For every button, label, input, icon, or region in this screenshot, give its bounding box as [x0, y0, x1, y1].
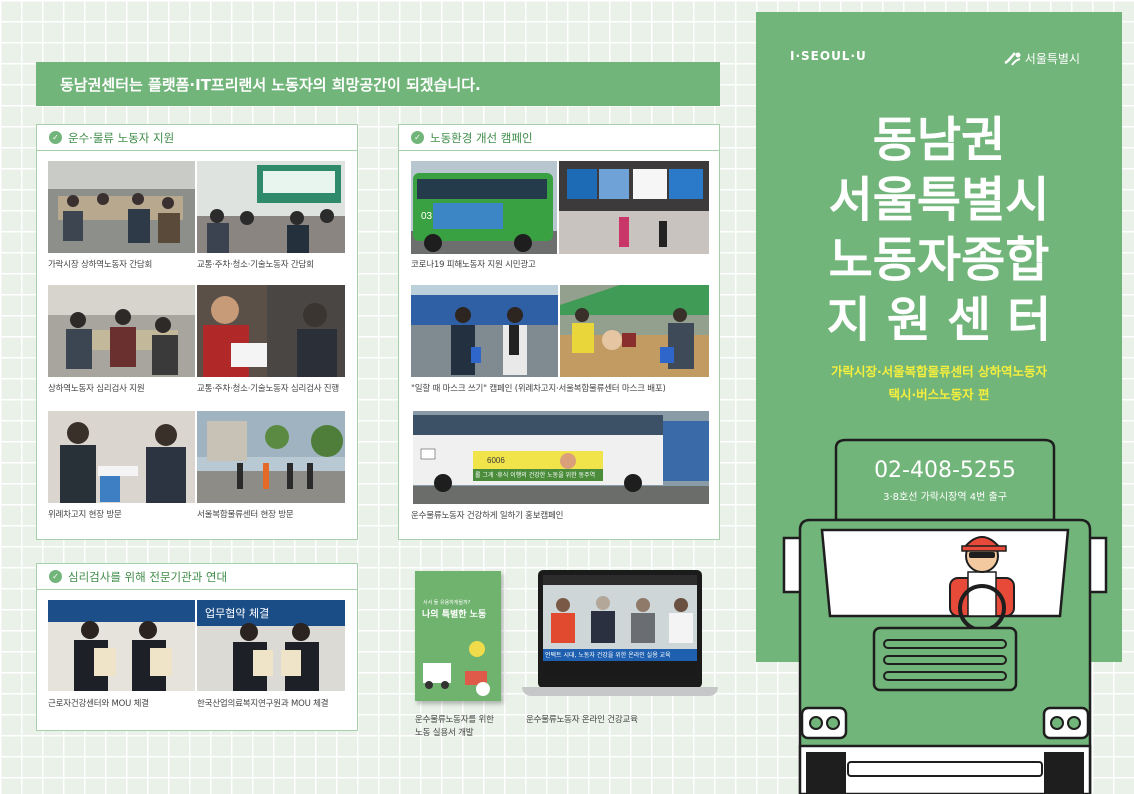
check-circle-icon: ✓ — [411, 131, 424, 144]
section-title: 운수·물류 노동자 지원 — [68, 130, 175, 145]
caption-mou-health: 근로자건강센터와 MOU 체결 — [48, 699, 149, 709]
caption-wirye-visit: 위례차고지 현장 방문 — [48, 510, 122, 520]
section-header: ✓ 심리검사를 위해 전문기관과 연대 — [37, 564, 357, 590]
photo-wirye-visit — [48, 411, 195, 503]
bus-number: 03 — [421, 211, 433, 222]
mou-sign-text: 업무협약 체결 — [205, 606, 269, 620]
section-header: ✓ 운수·물류 노동자 지원 — [37, 125, 357, 151]
caption-bus-campaign: 운수물류노동자 건강하게 일하기 홍보캠페인 — [411, 511, 564, 521]
caption-booklet-line1: 운수물류노동자를 위한 — [415, 715, 494, 725]
photo-garak-meeting — [48, 161, 195, 253]
photo-logistics-visit — [197, 411, 345, 503]
caption-traffic-psych: 교통·주차·청소·기술노동자 심리검사 진행 — [197, 384, 340, 394]
photo-bus-campaign: 6006 롤 그게 ·휴식 이행의 건강한 노동을 위한 동주역 — [413, 411, 709, 504]
laptop-screen-text: 언택트 시대, 노동자 건강을 위한 온라인 실용 교육 — [545, 652, 671, 659]
bus-plate: 6006 — [487, 456, 505, 465]
photo-mask-distribution-2 — [560, 285, 709, 377]
photo-traffic-psych — [197, 285, 345, 377]
section-title: 심리검사를 위해 전문기관과 연대 — [68, 569, 228, 584]
caption-booklet-line2: 노동 실용서 개발 — [415, 728, 474, 738]
caption-psych-test: 상하역노동자 심리검사 지원 — [48, 384, 145, 394]
cover-panel: I·SEOUL·U 서울특별시 동남권 서울특별시 노동자종합 지원센터 가락시… — [756, 0, 1134, 794]
caption-citizen-ad: 코로나19 피해노동자 지원 시민광고 — [411, 260, 536, 270]
banner-text: 동남권센터는 플랫폼·IT프리랜서 노동자의 희망공간이 되겠습니다. — [60, 75, 481, 94]
caption-mask-campaign: "일할 때 마스크 쓰기" 캠페인 (위례차고지·서울복합물류센터 마스크 배포… — [411, 384, 666, 394]
caption-traffic-meeting: 교통·주차·청소·기술노동자 간담회 — [197, 260, 314, 270]
laptop-image: 언택트 시대, 노동자 건강을 위한 온라인 실용 교육 — [522, 570, 718, 702]
cover-address: 3·8호선 가락시장역 4번 출구 — [883, 492, 1007, 503]
photo-psych-test — [48, 285, 195, 377]
top-banner: 동남권센터는 플랫폼·IT프리랜서 노동자의 희망공간이 되겠습니다. — [36, 62, 720, 106]
bus-banner: 롤 그게 ·휴식 이행의 건강한 노동을 위한 동주역 — [475, 471, 595, 479]
caption-garak-meeting: 가락시장 상하역노동자 간담회 — [48, 260, 153, 270]
cover-phone: 02-408-5255 — [874, 458, 1016, 483]
section-header: ✓ 노동환경 개선 캠페인 — [399, 125, 719, 151]
booklet-image: 서서 둘 유용하게될까? 나의 특별한 노동 — [415, 571, 501, 701]
caption-logistics-visit: 서울복합물류센터 현장 방문 — [197, 510, 294, 520]
check-circle-icon: ✓ — [49, 570, 62, 583]
laptop-screen: 언택트 시대, 노동자 건강을 위한 온라인 실용 교육 — [543, 575, 697, 675]
section-title: 노동환경 개선 캠페인 — [430, 130, 533, 145]
photo-mask-distribution-1 — [411, 285, 558, 377]
photo-traffic-meeting — [197, 161, 345, 253]
photo-mou-health-center — [48, 600, 195, 691]
check-circle-icon: ✓ — [49, 131, 62, 144]
photo-bus-ad: 03 — [411, 161, 557, 254]
caption-laptop: 운수물류노동자 온라인 건강교육 — [526, 715, 638, 725]
truck-icon — [782, 438, 1108, 794]
photo-mou-research-institute: 업무협약 체결 — [197, 600, 345, 691]
photo-subway-screens — [559, 161, 709, 254]
caption-mou-research: 한국산업의료복지연구원과 MOU 체결 — [197, 699, 329, 709]
